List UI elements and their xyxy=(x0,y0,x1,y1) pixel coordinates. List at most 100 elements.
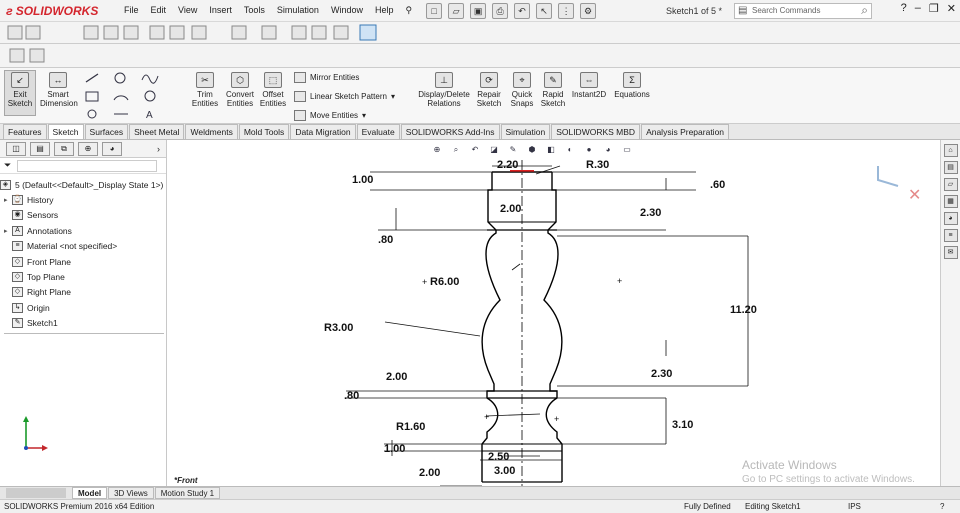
profile-left[interactable] xyxy=(481,172,501,482)
spline-tool-icon[interactable] xyxy=(141,74,159,84)
smart-dimension-button[interactable]: ↔ Smart Dimension xyxy=(40,72,78,108)
menu-simulation[interactable]: Simulation xyxy=(271,5,325,16)
menu-view[interactable]: View xyxy=(172,5,203,16)
confirm-sketch-icon[interactable] xyxy=(877,166,899,187)
graphics-area[interactable]: 2.20 R.30 1.00 .60 2.00 2.30 .80 R6.00 1… xyxy=(168,131,940,487)
dim-80-top[interactable]: .80 xyxy=(378,234,393,246)
heads-up-previous-view-icon[interactable]: ↶ xyxy=(468,144,482,156)
heads-up-section-icon[interactable]: ◪ xyxy=(487,144,501,156)
filter-icon[interactable]: ⏷ xyxy=(4,160,11,171)
design-library-icon[interactable]: ▤ xyxy=(943,161,958,174)
display-style-icon[interactable] xyxy=(231,25,247,40)
status-units[interactable]: IPS xyxy=(848,502,861,511)
viewport-minimize-icon[interactable]: – xyxy=(902,131,907,141)
dim-2-20[interactable]: 2.20 xyxy=(497,159,518,171)
tree-item-right-plane[interactable]: ◇ Right Plane xyxy=(0,285,166,300)
dim-2-00-mid[interactable]: 2.00 xyxy=(386,371,407,383)
tab-features[interactable]: Features xyxy=(3,124,47,139)
sketch-drawing[interactable]: 2.20 R.30 1.00 .60 2.00 2.30 .80 R6.00 1… xyxy=(168,131,940,487)
scene-icon[interactable] xyxy=(311,25,327,40)
pin-icon[interactable]: ⚲ xyxy=(399,5,418,16)
search-commands-input[interactable]: ▤ Search Commands ⌕ xyxy=(734,3,872,19)
render-icon[interactable] xyxy=(25,25,41,40)
select-pointer-icon[interactable]: ↖ xyxy=(536,2,553,19)
menu-file[interactable]: File xyxy=(118,5,145,16)
rapid-sketch-button[interactable]: ✎ Rapid Sketch xyxy=(538,72,568,108)
feature-manager-tab-icon[interactable]: ◫ xyxy=(6,141,26,156)
tree-item-sketch1[interactable]: ✎ Sketch1 xyxy=(0,316,166,331)
camera-icon[interactable] xyxy=(7,25,23,40)
split-view-icon[interactable]: ⧉ xyxy=(882,131,889,141)
tab-solidworks-mbd[interactable]: SOLIDWORKS MBD xyxy=(551,124,641,139)
circle-tool-icon[interactable] xyxy=(114,72,126,84)
tab-sheet-metal[interactable]: Sheet Metal xyxy=(129,124,185,139)
expand-icon[interactable]: ▸ xyxy=(4,227,12,235)
dim-2-30-top[interactable]: 2.30 xyxy=(640,207,661,219)
solidworks-resources-icon[interactable]: ⌂ xyxy=(943,144,958,157)
section-view-icon[interactable] xyxy=(149,25,165,40)
menu-help[interactable]: Help xyxy=(369,5,400,16)
menu-insert[interactable]: Insert xyxy=(203,5,238,16)
dimxpert-tab-icon[interactable]: ⊕ xyxy=(78,141,98,156)
configuration-manager-tab-icon[interactable]: ⧉ xyxy=(54,141,74,156)
instant2d-button[interactable]: ⇔ Instant2D xyxy=(570,72,608,99)
zoom-area-icon[interactable] xyxy=(103,25,119,40)
dynamic-annotation-icon[interactable] xyxy=(169,25,185,40)
tab-data-migration[interactable]: Data Migration xyxy=(290,124,356,139)
tree-item-sensors[interactable]: ◉ Sensors xyxy=(0,208,166,223)
tab-weldments[interactable]: Weldments xyxy=(185,124,238,139)
tree-item-front-plane[interactable]: ◇ Front Plane xyxy=(0,254,166,269)
convert-entities-button[interactable]: ⬡ Convert Entities xyxy=(222,72,258,108)
tab-simulation[interactable]: Simulation xyxy=(500,124,551,139)
tree-item-origin[interactable]: ↳ Origin xyxy=(0,300,166,315)
dim-2-30-mid[interactable]: 2.30 xyxy=(651,368,672,380)
dim-r-30[interactable]: R.30 xyxy=(586,159,609,171)
heads-up-zoom-fit-icon[interactable]: ⊕ xyxy=(430,144,444,156)
tab-analysis-preparation[interactable]: Analysis Preparation xyxy=(641,124,730,139)
text-tool-icon[interactable]: A xyxy=(146,110,153,120)
sketch-camera-icon[interactable] xyxy=(9,48,25,63)
options-gear-icon[interactable]: ⚙ xyxy=(580,2,597,19)
view-palette-icon[interactable]: ▦ xyxy=(943,195,958,208)
offset-entities-button[interactable]: ⬚ Offset Entities xyxy=(258,72,288,108)
horizontal-scrollbar[interactable] xyxy=(6,488,66,498)
chevron-down-icon[interactable]: ▾ xyxy=(362,111,366,120)
heads-up-zoom-area-icon[interactable]: ⌕ xyxy=(449,144,463,156)
tree-item-history[interactable]: ▸ ⌚ History xyxy=(0,192,166,207)
quick-snaps-button[interactable]: ⌖ Quick Snaps xyxy=(508,72,536,108)
appearances-icon[interactable]: ◕ xyxy=(943,212,958,225)
zoom-icon[interactable] xyxy=(83,25,99,40)
heads-up-monitor-icon[interactable]: ▭ xyxy=(620,144,634,156)
dim-1-00-top[interactable]: 1.00 xyxy=(352,174,373,186)
open-folder-icon[interactable]: ▱ xyxy=(448,2,465,19)
close-icon[interactable]: ✕ xyxy=(947,2,956,15)
chevron-right-icon[interactable]: › xyxy=(157,144,160,154)
heads-up-scene-icon[interactable]: ◕ xyxy=(601,144,615,156)
sketch-tools-icon[interactable] xyxy=(29,48,45,63)
view-settings-icon[interactable] xyxy=(359,24,377,41)
dim-60[interactable]: .60 xyxy=(710,179,725,191)
display-delete-relations-button[interactable]: ⊥ Display/Delete Relations xyxy=(416,72,472,108)
minimize-icon[interactable]: – xyxy=(915,2,921,15)
move-entities-button[interactable]: Move Entities ▾ xyxy=(294,110,366,121)
filter-input[interactable] xyxy=(17,159,158,172)
dim-2-00-bottom[interactable]: 2.00 xyxy=(419,467,440,479)
rectangle-tool-icon[interactable] xyxy=(85,91,99,102)
profile-right[interactable] xyxy=(543,172,563,482)
expand-icon[interactable]: ▸ xyxy=(4,196,12,204)
traffic-light-icon[interactable]: ⋮ xyxy=(558,2,575,19)
confirmation-corner[interactable]: ✕ xyxy=(877,166,921,204)
heads-up-appearance-icon[interactable]: ● xyxy=(582,144,596,156)
hide-show-icon[interactable] xyxy=(261,25,277,40)
dim-3-10[interactable]: 3.10 xyxy=(672,419,693,431)
dim-11-20[interactable]: 11.20 xyxy=(730,304,757,316)
dim-r3-00[interactable]: R3.00 xyxy=(324,322,353,334)
custom-properties-icon[interactable]: ≡ xyxy=(943,229,958,242)
chevron-down-icon[interactable]: ▾ xyxy=(391,92,395,101)
heads-up-orientation-icon[interactable]: ⬢ xyxy=(525,144,539,156)
menu-window[interactable]: Window xyxy=(325,5,369,16)
forum-icon[interactable]: ✉ xyxy=(943,246,958,259)
help-icon[interactable]: ? xyxy=(901,2,907,15)
heads-up-annotation-icon[interactable]: ✎ xyxy=(506,144,520,156)
menu-edit[interactable]: Edit xyxy=(145,5,173,16)
